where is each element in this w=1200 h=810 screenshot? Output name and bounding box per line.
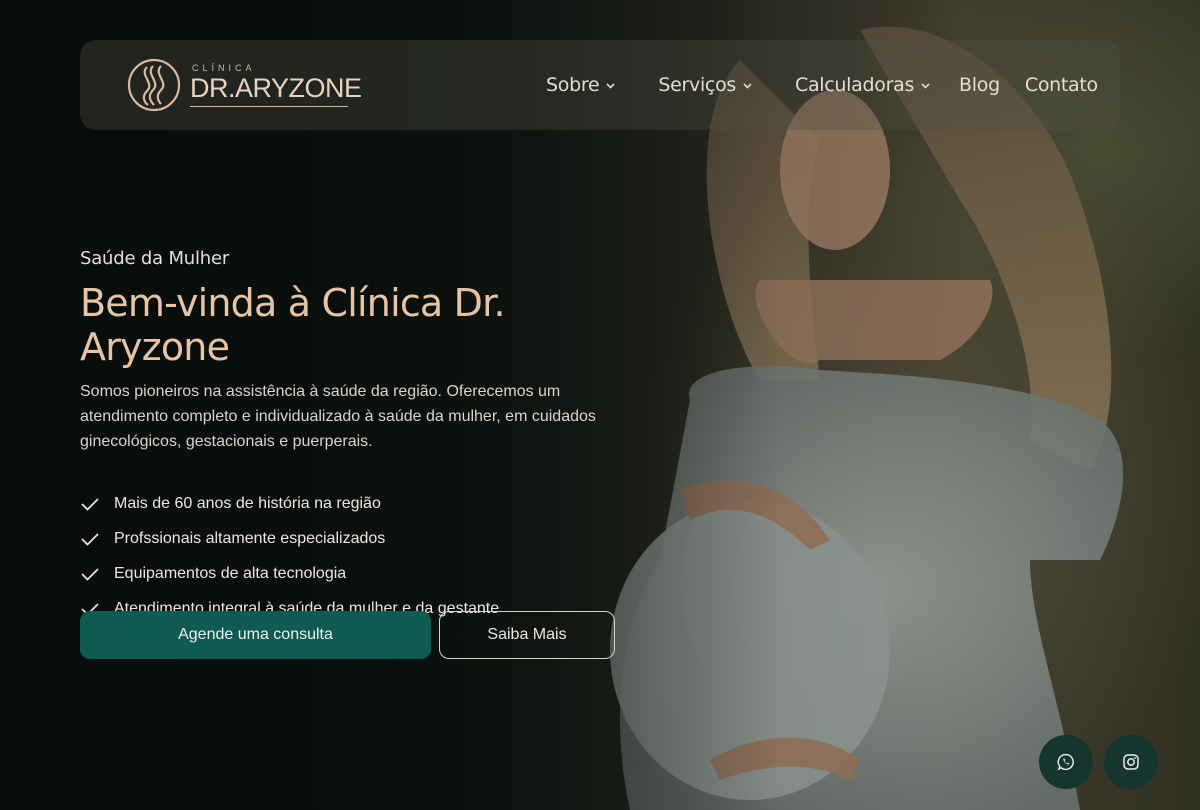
hero-title: Bem-vinda à Clínica Dr. Aryzone <box>80 281 506 369</box>
learn-more-button[interactable]: Saiba Mais <box>439 611 615 659</box>
feature-text: Profssionais altamente especializados <box>114 529 386 547</box>
feature-text: Mais de 60 anos de história na região <box>114 494 381 512</box>
nav-item-label: Contato <box>1024 74 1098 96</box>
chevron-down-icon <box>743 82 752 89</box>
navbar: CLÍNICA DR.ARYZONE Sobre Serviços Calcul… <box>80 40 1120 130</box>
brand-small-text: CLÍNICA <box>192 63 256 73</box>
hero-description: Somos pioneiros na assistência à saúde d… <box>80 383 596 450</box>
schedule-appointment-button[interactable]: Agende uma consulta <box>80 611 431 659</box>
nav-item-label: Sobre <box>546 74 600 96</box>
nav-item-contato[interactable]: Contato <box>1025 74 1098 96</box>
brand-logo[interactable]: CLÍNICA DR.ARYZONE <box>126 56 362 114</box>
feature-item: Equipamentos de alta tecnologia <box>80 556 640 591</box>
chevron-down-icon <box>921 82 930 89</box>
nav-item-label: Blog <box>959 74 1000 96</box>
instagram-button[interactable] <box>1104 735 1158 789</box>
hero-actions: Agende uma consulta Saiba Mais <box>80 611 615 659</box>
logo-mark-icon <box>127 58 181 112</box>
nav-item-sobre[interactable]: Sobre <box>546 74 616 96</box>
feature-item: Profssionais altamente especializados <box>80 521 640 556</box>
whatsapp-icon <box>1057 753 1074 771</box>
nav-item-label: Calculadoras <box>795 74 915 96</box>
feature-text: Equipamentos de alta tecnologia <box>114 564 347 582</box>
whatsapp-button[interactable] <box>1039 735 1093 789</box>
instagram-icon <box>1123 754 1139 770</box>
nav-item-calculadoras[interactable]: Calculadoras <box>795 74 931 96</box>
nav-item-label: Serviços <box>658 74 736 96</box>
feature-list: Mais de 60 anos de história na região Pr… <box>80 486 640 626</box>
hero-eyebrow: Saúde da Mulher <box>80 248 230 269</box>
check-icon <box>81 532 99 546</box>
brand-name: DR.ARYZONE <box>190 73 362 103</box>
main-nav: Sobre Serviços Calculadoras Blog Contato <box>546 40 1098 130</box>
hero-content: Saúde da Mulher Bem-vinda à Clínica Dr. … <box>80 248 640 626</box>
brand-underline <box>190 106 348 107</box>
check-icon <box>81 567 99 581</box>
check-icon <box>81 497 99 511</box>
chevron-down-icon <box>606 82 615 89</box>
feature-item: Mais de 60 anos de história na região <box>80 486 640 521</box>
nav-item-blog[interactable]: Blog <box>959 74 1000 96</box>
nav-item-servicos[interactable]: Serviços <box>658 74 753 96</box>
